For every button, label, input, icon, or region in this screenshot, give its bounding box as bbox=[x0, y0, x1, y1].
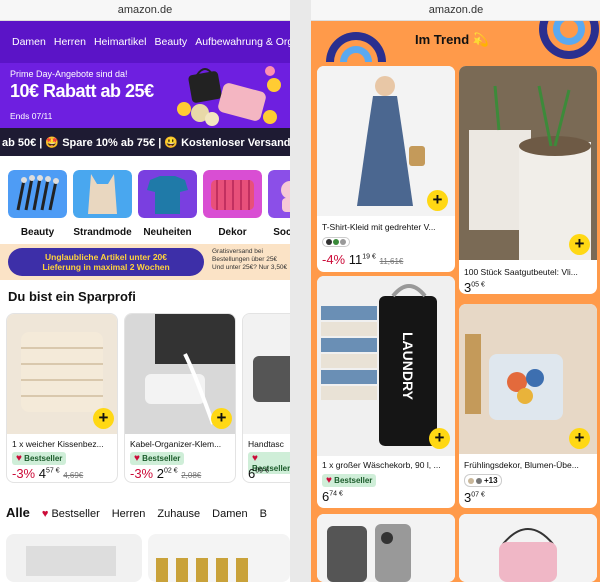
promo-banner[interactable]: Unglaubliche Artikel unter 20€ Lieferung… bbox=[0, 244, 290, 280]
category-beauty[interactable]: Beauty bbox=[8, 170, 67, 240]
category-strandmode[interactable]: Strandmode bbox=[73, 170, 132, 240]
bestseller-badge: ♥ Bestseller bbox=[12, 452, 67, 465]
promo-shipping-text: Gratisversand bei Bestellungen über 25€ … bbox=[212, 248, 288, 271]
product-price: -3% 457 € 4,69€ bbox=[12, 466, 84, 481]
bestseller-badge: ♥ Bestseller bbox=[130, 452, 185, 465]
trend-title: Im Trend 💫 bbox=[415, 32, 489, 47]
promo-line-1: Unglaubliche Artikel unter 20€ bbox=[44, 252, 168, 262]
hero-title: 10€ Rabatt ab 25€ bbox=[10, 81, 154, 101]
tab-damen[interactable]: Damen bbox=[212, 508, 247, 520]
rainbow-decoration-icon bbox=[539, 21, 599, 59]
add-to-cart-button[interactable]: + bbox=[211, 408, 232, 429]
tab-herren[interactable]: Herren bbox=[112, 508, 146, 520]
heart-icon: ♥ bbox=[252, 453, 258, 464]
category-dekor[interactable]: Dekor bbox=[203, 170, 262, 240]
product-price: 305 € bbox=[464, 280, 485, 294]
url-bar[interactable]: amazon.de bbox=[311, 0, 600, 21]
color-swatches: +13 bbox=[464, 474, 502, 487]
product-price: 674 € bbox=[322, 489, 343, 504]
category-label: Beauty bbox=[20, 227, 55, 238]
nav-item-beauty[interactable]: Beauty bbox=[154, 36, 187, 48]
filter-tabs: Alle ♥ Bestseller Herren Zuhause Damen B bbox=[6, 505, 267, 520]
offer-strip[interactable]: ab 50€ | 🤩 Spare 10% ab 75€ | 😃 Kostenlo… bbox=[0, 128, 290, 156]
product-name: 100 Stück Saatgutbeutel: Vli... bbox=[464, 267, 578, 277]
heart-icon: ♥ bbox=[326, 475, 332, 486]
add-to-cart-button[interactable]: + bbox=[569, 234, 590, 255]
product-price: -4% 1119 € 11,61€ bbox=[322, 252, 404, 267]
trend-grid: + T-Shirt-Kleid mit gedrehter V... -4% 1… bbox=[311, 62, 600, 582]
category-label: Neuheiten bbox=[143, 227, 192, 238]
product-name: Frühlingsdekor, Blumen-Übe... bbox=[464, 460, 579, 470]
pillow-image bbox=[203, 170, 262, 218]
product-image bbox=[243, 314, 290, 434]
tab-alle[interactable]: Alle bbox=[6, 505, 30, 520]
add-to-cart-button[interactable]: + bbox=[93, 408, 114, 429]
product-price: 609 € bbox=[248, 466, 269, 481]
nav-item-damen[interactable]: Damen bbox=[12, 36, 46, 48]
right-screen: amazon.de Im Trend 💫 + T-Shirt-Kleid mit… bbox=[311, 0, 600, 582]
category-label: Social bbox=[273, 227, 290, 238]
bottom-product-1-image bbox=[6, 534, 142, 582]
product-card[interactable]: + T-Shirt-Kleid mit gedrehter V... -4% 1… bbox=[317, 66, 455, 272]
hero-banner[interactable]: Prime Day-Angebote sind da! 10€ Rabatt a… bbox=[0, 63, 290, 128]
hero-ends: Ends 07/11 bbox=[10, 111, 53, 121]
tab-bestseller[interactable]: ♥ Bestseller bbox=[42, 508, 100, 520]
nav-item-aufbewahrung[interactable]: Aufbewahrung & Organi bbox=[195, 36, 290, 48]
product-price: 307 € bbox=[464, 490, 485, 505]
promo-pill: Unglaubliche Artikel unter 20€ Lieferung… bbox=[8, 248, 204, 276]
product-card[interactable]: + 1 x weicher Kissenbez... ♥ Bestseller … bbox=[6, 313, 118, 483]
url-text: amazon.de bbox=[117, 4, 173, 16]
product-card[interactable]: + Kabel-Organizer-Klem... ♥ Bestseller -… bbox=[124, 313, 236, 483]
grow-bags-image bbox=[459, 66, 597, 260]
product-card[interactable]: + Frühlingsdekor, Blumen-Übe... +13 307 … bbox=[459, 304, 597, 508]
hero-products-image bbox=[177, 66, 281, 126]
product-name: 1 x großer Wäschekorb, 90 l, ... bbox=[322, 460, 441, 470]
swimsuit-image bbox=[73, 170, 132, 218]
product-card[interactable]: LAUNDRY + 1 x großer Wäschekorb, 90 l, .… bbox=[317, 276, 455, 508]
pink-bag-image bbox=[459, 514, 597, 582]
category-nav: Damen Herren Heimartikel Beauty Aufbewah… bbox=[0, 21, 290, 63]
shirt-image bbox=[138, 170, 197, 218]
category-label: Dekor bbox=[218, 227, 247, 238]
add-to-cart-button[interactable]: + bbox=[429, 428, 450, 449]
heart-icon: ♥ bbox=[134, 453, 140, 464]
product-card[interactable]: Handtasc ♥ Bestseller 609 € bbox=[242, 313, 290, 483]
add-to-cart-button[interactable]: + bbox=[569, 428, 590, 449]
category-neuheiten[interactable]: Neuheiten bbox=[138, 170, 197, 240]
product-name: T-Shirt-Kleid mit gedrehter V... bbox=[322, 222, 436, 232]
product-card[interactable] bbox=[459, 514, 597, 582]
tab-zuhause[interactable]: Zuhause bbox=[157, 508, 200, 520]
rainbow-decoration-icon bbox=[326, 32, 386, 62]
product-price: -3% 202 € 2,08€ bbox=[130, 466, 202, 481]
product-card[interactable] bbox=[317, 514, 455, 582]
section-title: Du bist ein Sparprofi bbox=[8, 289, 136, 304]
svg-text:LAUNDRY: LAUNDRY bbox=[400, 332, 416, 401]
category-label: Strandmode bbox=[73, 227, 132, 238]
add-to-cart-button[interactable]: + bbox=[427, 190, 448, 211]
product-name: 1 x weicher Kissenbez... bbox=[12, 439, 104, 449]
product-name: Kabel-Organizer-Klem... bbox=[130, 439, 222, 449]
product-name: Handtasc bbox=[248, 439, 284, 449]
left-screen: amazon.de Damen Herren Heimartikel Beaut… bbox=[0, 0, 290, 582]
tab-more[interactable]: B bbox=[260, 508, 267, 520]
hero-subtitle: Prime Day-Angebote sind da! bbox=[10, 69, 128, 79]
trend-header: Im Trend 💫 bbox=[311, 21, 600, 62]
color-swatches bbox=[322, 237, 350, 247]
bestseller-badge: ♥ Bestseller bbox=[322, 474, 377, 487]
product-card[interactable]: + 100 Stück Saatgutbeutel: Vli... 305 € bbox=[459, 66, 597, 294]
toy-image bbox=[268, 170, 290, 218]
nav-item-heimartikel[interactable]: Heimartikel bbox=[94, 36, 147, 48]
bottom-product-2-image bbox=[148, 534, 290, 582]
category-tiles: Beauty Strandmode Neuheiten Dekor Social bbox=[0, 170, 290, 240]
promo-line-2: Lieferung in maximal 2 Wochen bbox=[42, 262, 170, 272]
url-bar[interactable]: amazon.de bbox=[0, 0, 290, 21]
heart-icon: ♥ bbox=[41, 508, 49, 520]
category-social[interactable]: Social bbox=[268, 170, 290, 240]
phone-case-image bbox=[317, 514, 455, 582]
url-text: amazon.de bbox=[428, 4, 484, 16]
offer-strip-text: ab 50€ | 🤩 Spare 10% ab 75€ | 😃 Kostenlo… bbox=[2, 136, 290, 149]
heart-icon: ♥ bbox=[16, 453, 22, 464]
brushes-image bbox=[8, 170, 67, 218]
nav-item-herren[interactable]: Herren bbox=[54, 36, 86, 48]
